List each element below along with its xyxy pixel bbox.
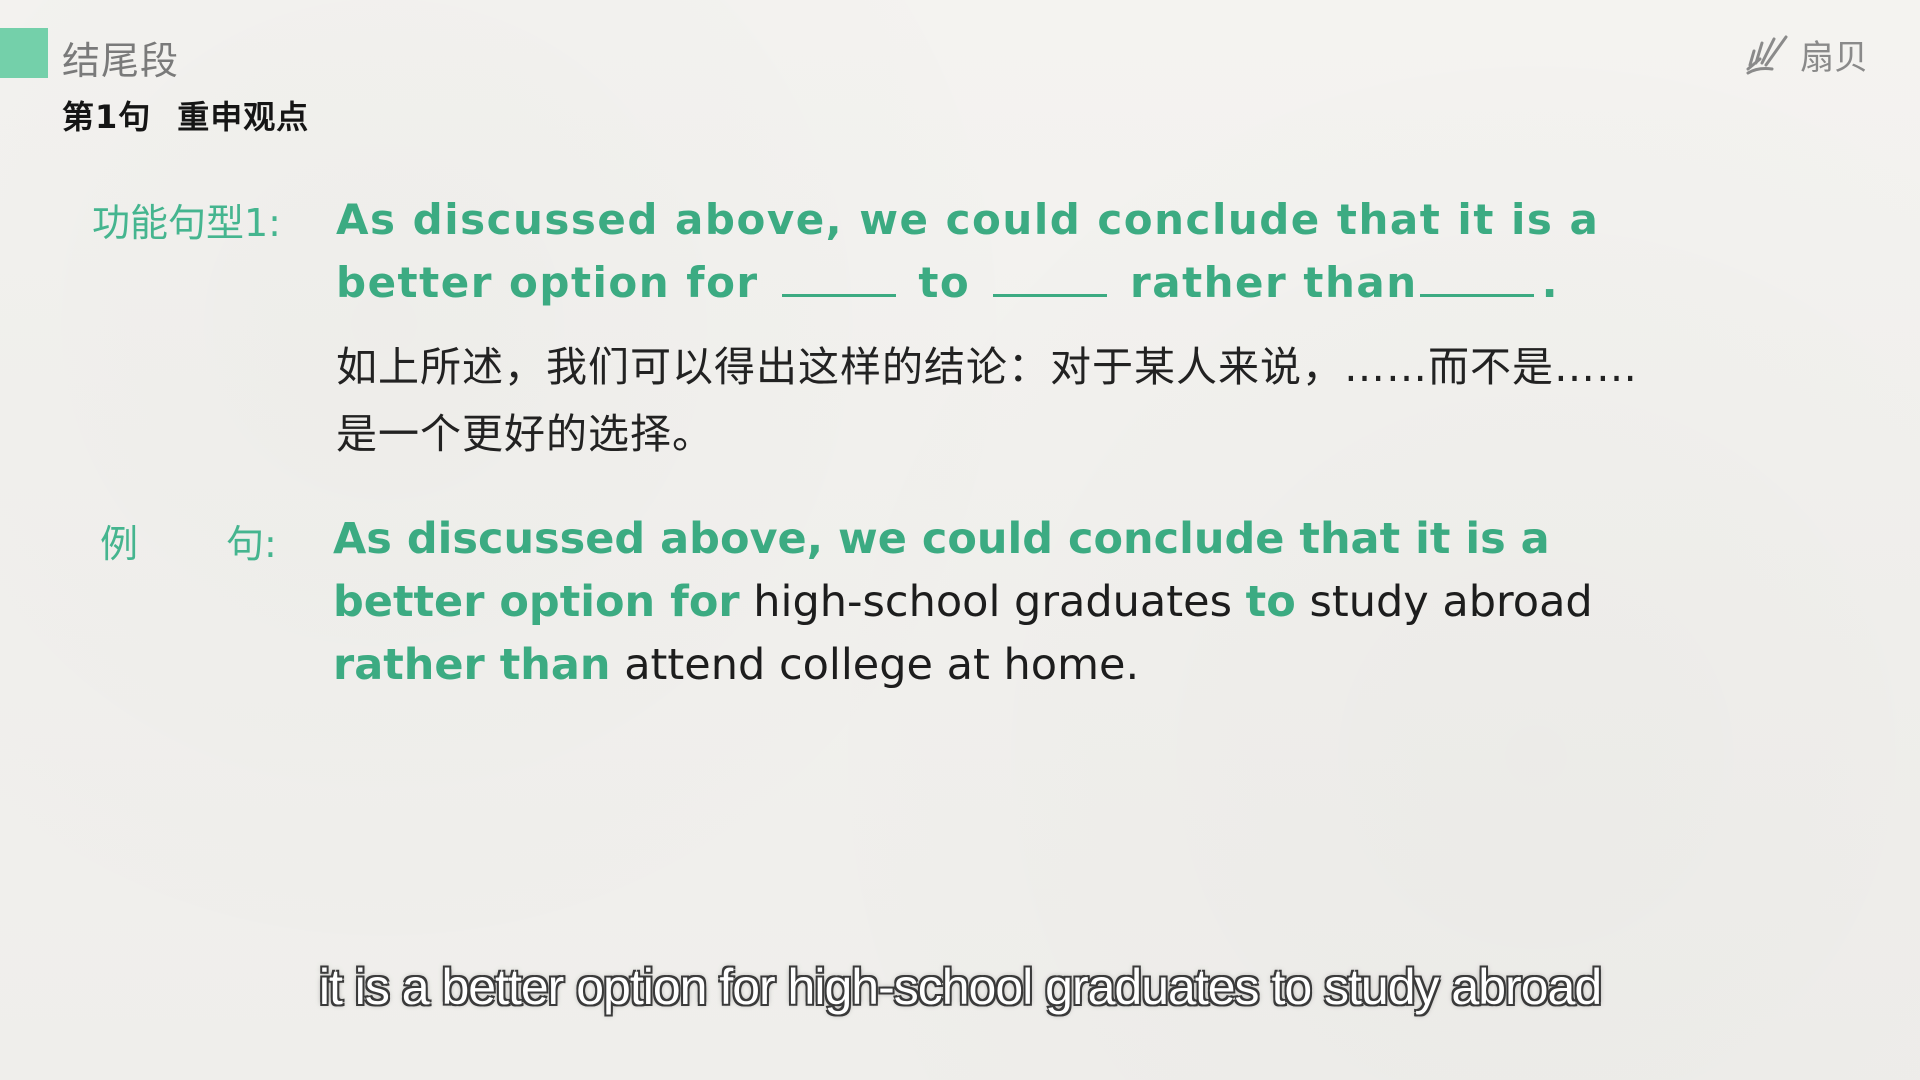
pattern-translation: 如上所述，我们可以得出这样的结论：对于某人来说，……而不是……是一个更好的选择。 bbox=[336, 343, 1638, 458]
blank-2 bbox=[993, 262, 1108, 297]
example-label-b: 句: bbox=[226, 522, 277, 566]
example-plain-1: high-school graduates bbox=[753, 577, 1232, 627]
section-accent-bar bbox=[0, 28, 48, 78]
example-plain-3: attend college at home. bbox=[624, 640, 1140, 690]
example-sentence: As discussed above, we could conclude th… bbox=[333, 508, 1663, 697]
sentence-topic: 重申观点 bbox=[177, 98, 310, 136]
example-label: 例 句: bbox=[100, 513, 277, 568]
pattern-text-2: to bbox=[918, 258, 971, 307]
section-title: 结尾段 bbox=[62, 39, 180, 83]
pattern-sentence: As discussed above, we could conclude th… bbox=[336, 188, 1666, 314]
brand-logo: 扇贝 bbox=[1742, 30, 1868, 79]
blank-3 bbox=[1419, 262, 1534, 297]
logo-text: 扇贝 bbox=[1800, 38, 1868, 78]
example-green-2: to bbox=[1245, 577, 1296, 627]
example-green-3: rather than bbox=[333, 640, 611, 690]
example-label-a: 例 bbox=[100, 522, 139, 566]
blank-1 bbox=[781, 262, 896, 297]
example-plain-2: study abroad bbox=[1309, 577, 1593, 627]
video-subtitle: it is a better option for high-school gr… bbox=[318, 959, 1602, 1015]
sentence-number: 第1句 bbox=[62, 98, 152, 136]
shell-rays-icon bbox=[1746, 35, 1788, 74]
sentence-heading: 第1句 重申观点 bbox=[62, 92, 309, 138]
pattern-text-3: rather than bbox=[1130, 258, 1418, 307]
pattern-label: 功能句型1: bbox=[92, 201, 281, 245]
pattern-period: . bbox=[1541, 258, 1560, 307]
